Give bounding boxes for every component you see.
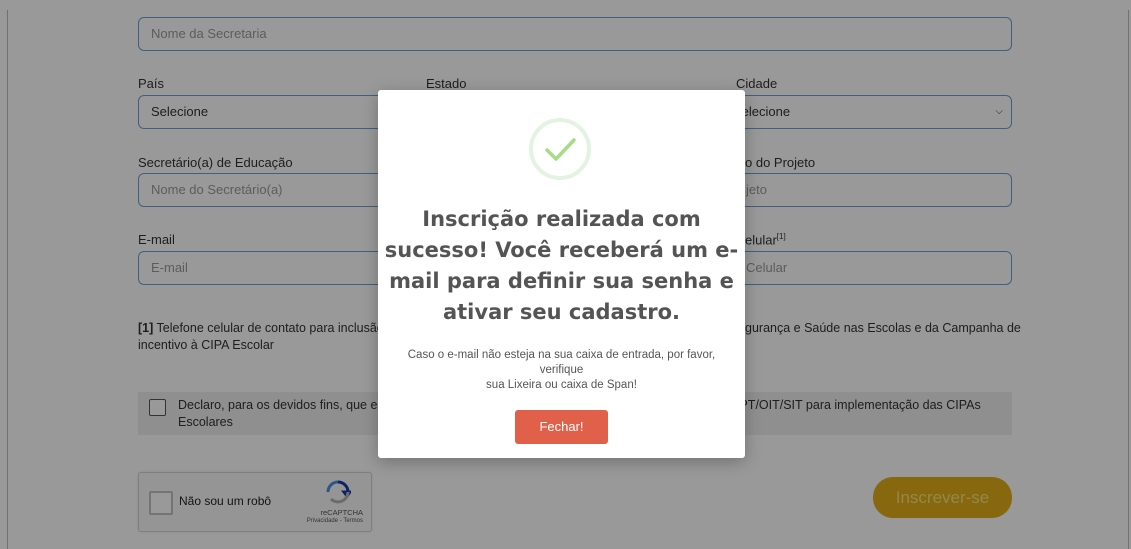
modal-title-line1: Inscrição realizada com (422, 207, 701, 231)
modal-message: Caso o e-mail não esteja na sua caixa de… (392, 348, 731, 393)
success-modal: Inscrição realizada com sucesso! Você re… (378, 90, 745, 458)
modal-title-line2: sucesso! Você receberá um e- (384, 238, 739, 262)
close-button[interactable]: Fechar! (515, 410, 608, 444)
modal-title: Inscrição realizada com sucesso! Você re… (378, 204, 745, 328)
checkmark-icon (545, 138, 576, 161)
modal-title-line3: mail para definir sua senha e (389, 269, 734, 293)
modal-title-line4: ativar seu cadastro. (442, 300, 681, 324)
modal-message-line2: sua Lixeira ou caixa de Span! (486, 379, 637, 391)
modal-message-line1: Caso o e-mail não esteja na sua caixa de… (407, 349, 716, 376)
success-icon-ring (529, 118, 591, 180)
